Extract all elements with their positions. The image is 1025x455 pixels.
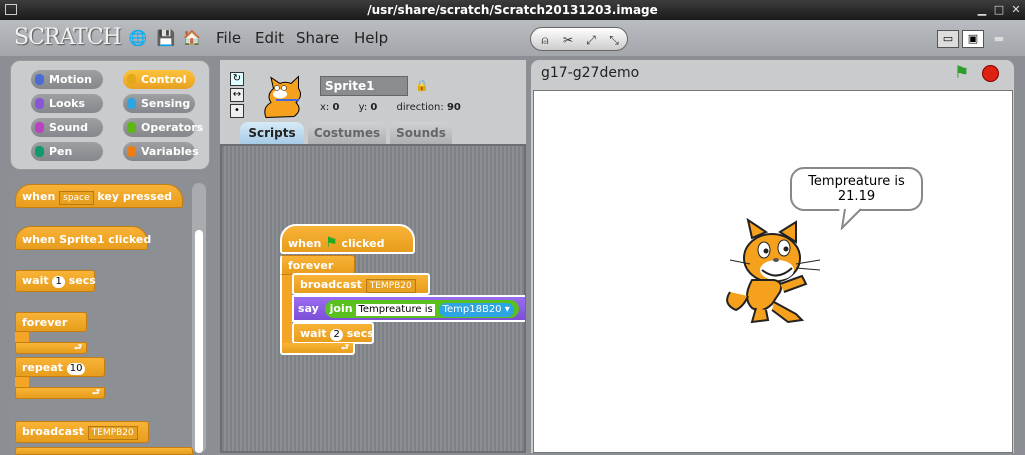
category-label: Looks [49,97,85,110]
green-flag-button[interactable]: ⚑ [954,63,969,83]
menu-edit[interactable]: Edit [255,29,284,47]
category-label: Control [141,73,187,86]
palette-when-key-pressed[interactable]: when space key pressed [15,184,183,208]
grow-icon[interactable]: ⤢ [580,30,602,50]
small-stage-icon[interactable]: ▭ [937,30,959,48]
palette-repeat[interactable]: repeat 10 [15,357,105,377]
green-flag-icon: ⚑ [325,235,338,251]
forever-loop-arrow-icon: ⮐ [15,342,87,354]
category-control[interactable]: Control [123,70,195,89]
broadcast-dropdown[interactable]: TEMPB20 [365,279,416,293]
repeat-input[interactable]: 10 [66,363,86,375]
category-color-swatch [35,146,44,157]
category-color-swatch [127,74,136,85]
category-looks[interactable]: Looks [31,94,103,113]
delete-scissors-icon[interactable]: ✂ [557,30,579,50]
category-label: Operators [141,121,204,134]
menu-file[interactable]: File [216,29,241,47]
category-color-swatch [127,146,136,157]
category-label: Variables [141,145,199,158]
palette-forever[interactable]: forever [15,312,87,332]
sprite-thumbnail-cat [264,75,301,119]
sprite-name-field[interactable]: Sprite1 [320,76,408,96]
wait-input[interactable]: 1 [52,276,65,288]
category-label: Sound [49,121,89,134]
category-motion[interactable]: Motion [31,70,103,89]
window-title: /usr/share/scratch/Scratch20131203.image [367,3,658,17]
duplicate-stamp-icon[interactable]: ⍝ [534,30,556,50]
minimize-icon[interactable]: ▁ [976,4,988,16]
join-operator[interactable]: join Tempreature is Temp18B20 ▾ [324,300,519,318]
tab-scripts[interactable]: Scripts [240,122,304,144]
category-label: Pen [49,145,73,158]
flip-lr-icon[interactable]: ↔ [230,88,244,102]
category-sound[interactable]: Sound [31,118,103,137]
wait-input[interactable]: 2 [330,329,343,341]
share-icon[interactable]: 🏠 [182,28,202,48]
category-color-swatch [35,122,44,133]
forever-loop-arrow-icon: ⮐ [280,343,355,355]
close-icon[interactable]: ✕ [1010,4,1022,16]
script-broadcast[interactable]: broadcast TEMPB20 [292,273,430,295]
lock-icon[interactable]: 🔒 [415,79,429,93]
sprite-tools: ⍝ ✂ ⤢ ⤡ [530,27,628,51]
repeat-loop-arrow-icon: ⮐ [15,387,105,399]
speech-bubble-tail [839,208,862,230]
tab-costumes[interactable]: Costumes [308,122,386,144]
menu-help[interactable]: Help [354,29,388,47]
project-title: g17-g27demo [541,65,640,81]
category-pen[interactable]: Pen [31,142,103,161]
rotate-full-icon[interactable]: ↻ [230,72,244,86]
normal-stage-icon[interactable]: ▣ [962,30,984,48]
category-color-swatch [35,74,44,85]
say-speech-bubble: Tempreature is 21.19 [790,167,923,211]
sprite-coords: x: 0 y: 0 direction: 90 [320,102,461,113]
broadcast-dropdown[interactable]: TEMPB20 [87,426,138,440]
globe-icon[interactable]: 🌐 [128,28,148,48]
category-color-swatch [35,98,44,109]
tab-sounds[interactable]: Sounds [390,122,452,144]
presentation-mode-icon[interactable]: ▬ [988,30,1010,48]
scratch-cat-sprite[interactable] [722,218,826,326]
shrink-icon[interactable]: ⤡ [603,30,625,50]
menu-share[interactable]: Share [296,29,339,47]
palette-next-block[interactable] [15,447,193,455]
category-color-swatch [127,122,136,133]
category-variables[interactable]: Variables [123,142,199,161]
category-color-swatch [127,98,136,109]
save-icon[interactable]: 💾 [156,28,176,48]
sensor-reporter[interactable]: Temp18B20 ▾ [438,303,514,317]
script-say[interactable]: say join Tempreature is Temp18B20 ▾ [292,295,525,322]
stop-sign-button[interactable] [982,65,999,82]
category-sensing[interactable]: Sensing [123,94,195,113]
category-label: Motion [49,73,92,86]
menu-bar [0,20,1025,56]
no-rotate-icon[interactable]: • [230,104,244,118]
script-wait-secs[interactable]: wait 2 secs [292,322,374,344]
palette-broadcast[interactable]: broadcast TEMPB20 [15,421,149,443]
palette-when-sprite-clicked[interactable]: when Sprite1 clicked [15,226,151,250]
script-when-flag-clicked[interactable]: when ⚑ clicked [280,224,415,254]
script-forever[interactable]: forever [280,255,355,275]
category-label: Sensing [141,97,191,110]
palette-scroll-thumb[interactable] [195,230,203,453]
category-operators[interactable]: Operators [123,118,203,137]
scratch-logo: SCRATCH [14,25,122,50]
palette-wait-secs[interactable]: wait 1 secs [15,270,96,292]
maximize-icon[interactable]: □ [993,4,1005,16]
window-title-bar: /usr/share/scratch/Scratch20131203.image… [0,0,1025,20]
forever-c-arm [280,275,292,343]
join-text-input[interactable]: Tempreature is [356,304,435,316]
key-dropdown[interactable]: space [59,191,94,205]
